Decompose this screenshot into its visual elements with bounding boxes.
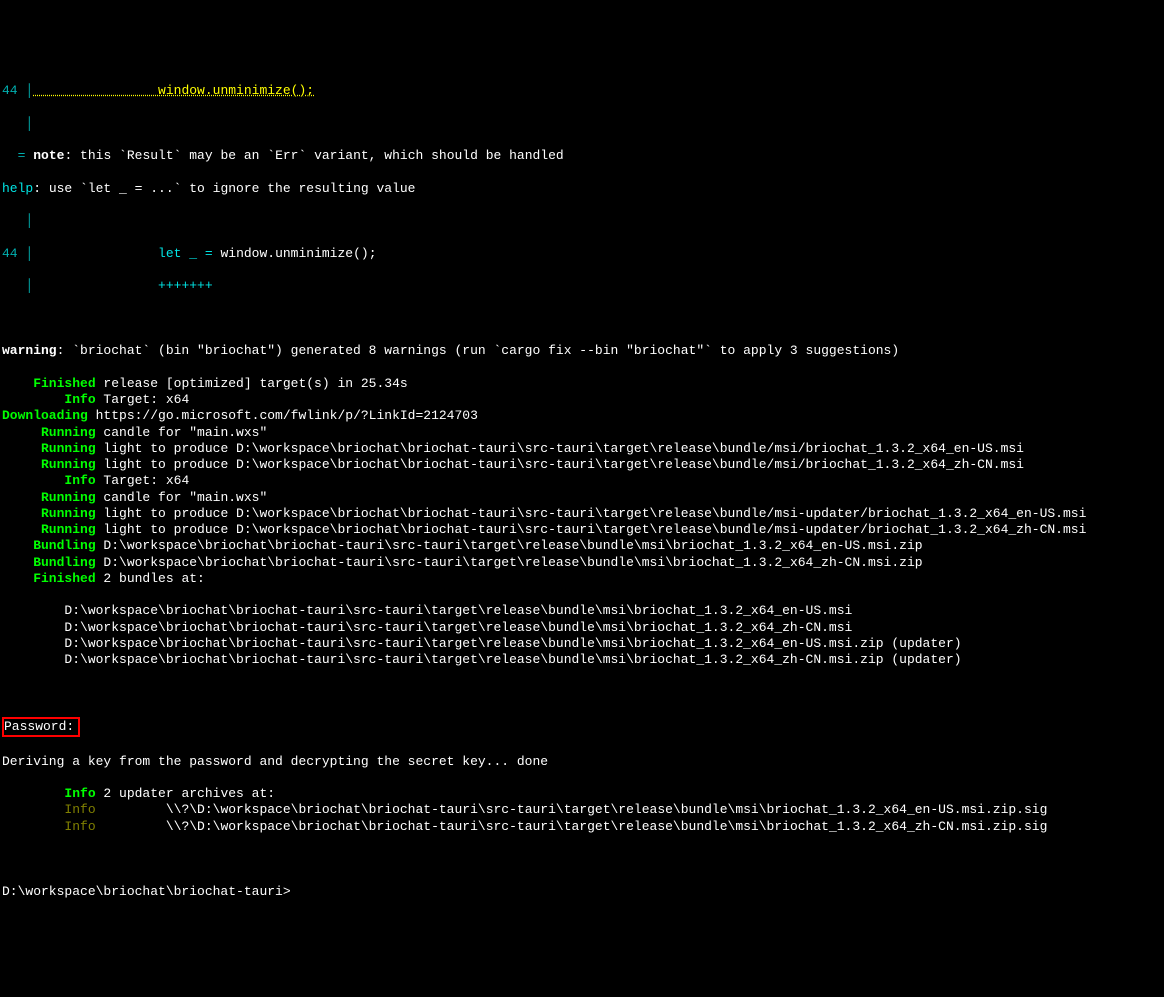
log-label: Bundling (2, 555, 96, 570)
log-label: Running (2, 506, 96, 521)
log-label: Info (2, 392, 96, 407)
log-label: Running (2, 441, 96, 456)
log-text: Target: x64 (96, 473, 190, 488)
password-prompt[interactable]: Password: (4, 719, 74, 734)
log-text: light to produce D:\workspace\briochat\b… (96, 522, 1087, 537)
info-text: \\?\D:\workspace\briochat\briochat-tauri… (96, 802, 1048, 817)
bundle-path: D:\workspace\briochat\briochat-tauri\src… (2, 652, 1162, 668)
suggestion-underline: │ +++++++ (2, 278, 1162, 294)
log-line: Running light to produce D:\workspace\br… (2, 457, 1162, 473)
log-text: 2 bundles at: (96, 571, 205, 586)
log-line: Running light to produce D:\workspace\br… (2, 441, 1162, 457)
terminal-output[interactable]: 44 │ window.unminimize(); │ = note: this… (2, 67, 1162, 916)
info-line: Info \\?\D:\workspace\briochat\briochat-… (2, 802, 1162, 818)
log-line: Running light to produce D:\workspace\br… (2, 522, 1162, 538)
log-line: Running candle for "main.wxs" (2, 425, 1162, 441)
log-text: release [optimized] target(s) in 25.34s (96, 376, 408, 391)
gutter-blank-2: │ (2, 213, 1162, 229)
password-highlight: Password: (2, 717, 80, 737)
bundle-path: D:\workspace\briochat\briochat-tauri\src… (2, 636, 1162, 652)
log-text: candle for "main.wxs" (96, 490, 268, 505)
log-text: D:\workspace\briochat\briochat-tauri\src… (96, 555, 923, 570)
log-label: Bundling (2, 538, 96, 553)
deriving-line: Deriving a key from the password and dec… (2, 754, 1162, 770)
warning-line: warning: `briochat` (bin "briochat") gen… (2, 343, 1162, 359)
log-line: Info Target: x64 (2, 473, 1162, 489)
log-line: Running candle for "main.wxs" (2, 490, 1162, 506)
help-line: help: use `let _ = ...` to ignore the re… (2, 181, 1162, 197)
bundle-path: D:\workspace\briochat\briochat-tauri\src… (2, 603, 1162, 619)
info-label: Info (2, 786, 96, 801)
log-line: Info Target: x64 (2, 392, 1162, 408)
password-prompt-line: Password: (2, 717, 1162, 737)
log-text: light to produce D:\workspace\briochat\b… (96, 457, 1024, 472)
bundle-path: D:\workspace\briochat\briochat-tauri\src… (2, 620, 1162, 636)
log-label: Info (2, 473, 96, 488)
suggestion-line: 44 │ let _ = window.unminimize(); (2, 246, 1162, 262)
log-text: candle for "main.wxs" (96, 425, 268, 440)
note-line: = note: this `Result` may be an `Err` va… (2, 148, 1162, 164)
log-label: Running (2, 490, 96, 505)
line-number: 44 (2, 83, 18, 98)
log-text: light to produce D:\workspace\briochat\b… (96, 441, 1024, 456)
log-text: Target: x64 (96, 392, 190, 407)
info-text: \\?\D:\workspace\briochat\briochat-tauri… (96, 819, 1048, 834)
log-label: Running (2, 425, 96, 440)
info-label: Info (2, 819, 96, 834)
log-text: https://go.microsoft.com/fwlink/p/?LinkI… (88, 408, 478, 423)
info-line: Info 2 updater archives at: (2, 786, 1162, 802)
bundle-paths: D:\workspace\briochat\briochat-tauri\src… (2, 603, 1162, 668)
shell-prompt[interactable]: D:\workspace\briochat\briochat-tauri> (2, 884, 1162, 900)
gutter-blank: │ (2, 116, 1162, 132)
log-label: Downloading (2, 408, 88, 423)
log-line: Bundling D:\workspace\briochat\briochat-… (2, 538, 1162, 554)
info-label: Info (2, 802, 96, 817)
updater-info: Info 2 updater archives at: Info \\?\D:\… (2, 786, 1162, 835)
log-line: Downloading https://go.microsoft.com/fwl… (2, 408, 1162, 424)
info-line: Info \\?\D:\workspace\briochat\briochat-… (2, 819, 1162, 835)
log-label: Running (2, 457, 96, 472)
log-label: Finished (2, 376, 96, 391)
code-line: 44 │ window.unminimize(); (2, 83, 1162, 99)
build-log: Finished release [optimized] target(s) i… (2, 376, 1162, 587)
log-label: Running (2, 522, 96, 537)
log-line: Running light to produce D:\workspace\br… (2, 506, 1162, 522)
log-label: Finished (2, 571, 96, 586)
log-text: light to produce D:\workspace\briochat\b… (96, 506, 1087, 521)
log-text: D:\workspace\briochat\briochat-tauri\src… (96, 538, 923, 553)
log-line: Bundling D:\workspace\briochat\briochat-… (2, 555, 1162, 571)
log-line: Finished release [optimized] target(s) i… (2, 376, 1162, 392)
info-text: 2 updater archives at: (96, 786, 275, 801)
